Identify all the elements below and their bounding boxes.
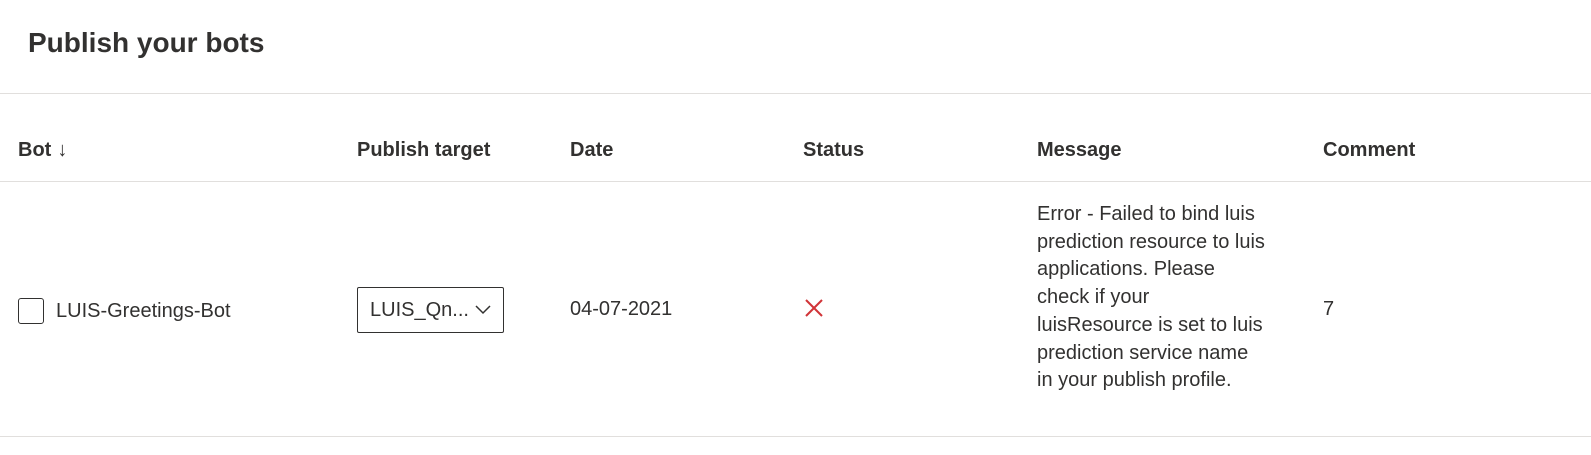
column-header-date-label: Date <box>570 139 614 161</box>
publish-target-value: LUIS_Qn... <box>370 298 469 321</box>
error-x-icon <box>803 297 825 319</box>
column-header-message-label: Message <box>1037 139 1122 161</box>
table-header: Bot ↓ Publish target Date Status Message… <box>0 132 1591 168</box>
page-title: Publish your bots <box>28 27 265 58</box>
column-header-status-label: Status <box>803 139 865 161</box>
comment-cell: 7 <box>1323 298 1335 320</box>
column-header-publish-target-label: Publish target <box>357 139 491 161</box>
table-row: LUIS-Greetings-Bot LUIS_Qn... 04-07-2021… <box>0 182 1591 436</box>
arrow-down-icon: ↓ <box>57 139 68 161</box>
column-header-publish-target[interactable]: Publish target <box>357 132 490 168</box>
column-header-date[interactable]: Date <box>570 132 613 168</box>
title-divider <box>0 93 1591 94</box>
column-header-comment[interactable]: Comment <box>1323 132 1415 168</box>
column-header-comment-label: Comment <box>1323 139 1416 161</box>
message-cell: Error - Failed to bind luis prediction r… <box>1037 203 1265 392</box>
column-header-status[interactable]: Status <box>803 132 864 168</box>
publish-target-dropdown[interactable]: LUIS_Qn... <box>357 287 504 333</box>
column-header-bot[interactable]: Bot ↓ <box>18 132 67 168</box>
bot-cell: LUIS-Greetings-Bot <box>18 296 231 326</box>
column-header-message[interactable]: Message <box>1037 132 1122 168</box>
chevron-down-icon <box>473 300 493 320</box>
column-header-bot-label: Bot <box>18 139 52 161</box>
date-cell: 04-07-2021 <box>570 298 673 320</box>
row-checkbox[interactable] <box>18 298 44 324</box>
row-divider <box>0 436 1591 437</box>
bot-name: LUIS-Greetings-Bot <box>56 300 231 322</box>
